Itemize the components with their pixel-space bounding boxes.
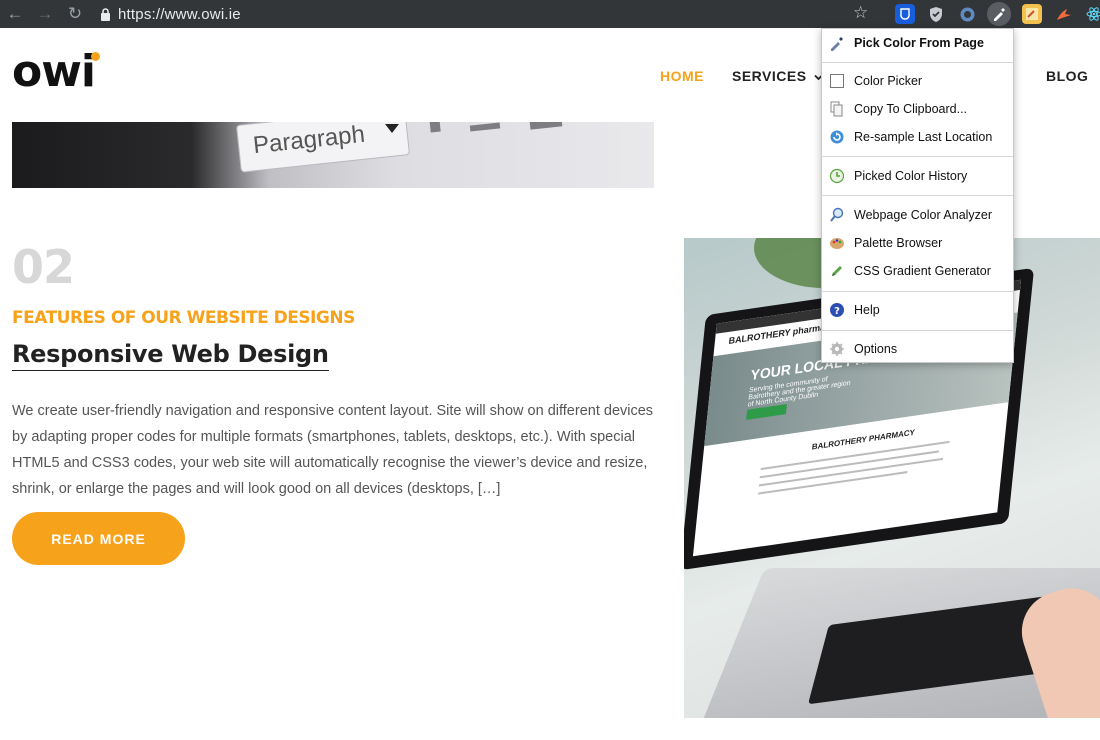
menu-item-label: Webpage Color Analyzer — [854, 208, 993, 222]
reload-button[interactable]: ↻ — [60, 0, 90, 28]
nav-blog[interactable]: BLOG — [1046, 68, 1088, 84]
forward-button[interactable]: → — [30, 0, 60, 28]
section-title[interactable]: Responsive Web Design — [12, 340, 329, 371]
checkbox-icon — [829, 73, 845, 89]
forward-arrow-icon: → — [36, 4, 54, 23]
menu-item-resample[interactable]: Re-sample Last Location — [822, 123, 1013, 151]
menu-item-label: Copy To Clipboard... — [854, 102, 968, 116]
toolbar-glyph — [429, 122, 441, 133]
menu-item-color-analyzer[interactable]: Webpage Color Analyzer — [822, 201, 1013, 229]
gear-icon — [829, 341, 845, 357]
toolbar-glyph — [469, 122, 501, 132]
color-picker-extension-menu: Pick Color From Page Color Picker Copy T… — [821, 28, 1014, 363]
lock-icon[interactable] — [98, 6, 112, 22]
menu-item-label: Picked Color History — [854, 169, 968, 183]
menu-item-gradient-generator[interactable]: CSS Gradient Generator — [822, 257, 1013, 285]
editor-screenshot-image: Paragraph — [12, 122, 654, 188]
nav-services-label: SERVICES — [732, 68, 807, 84]
nav-services[interactable]: SERVICES — [732, 68, 823, 84]
pen-icon — [829, 263, 845, 279]
section-kicker: FEATURES OF OUR WEBSITE DESIGNS — [12, 308, 355, 328]
back-arrow-icon: ← — [6, 4, 24, 23]
menu-item-label: Options — [854, 342, 898, 356]
shield-icon[interactable] — [926, 4, 946, 24]
read-more-button[interactable]: READ MORE — [12, 512, 185, 565]
url-scheme: https:// — [118, 5, 165, 23]
help-icon: ? — [829, 302, 845, 318]
back-button[interactable]: ← — [0, 0, 30, 28]
menu-item-label: Color Picker — [854, 74, 923, 88]
menu-separator — [822, 291, 1013, 292]
menu-item-options[interactable]: Options — [822, 335, 1013, 363]
section-body: We create user-friendly navigation and r… — [12, 403, 654, 497]
logo-accent-dot — [91, 52, 100, 61]
menu-item-label: Palette Browser — [854, 236, 943, 250]
menu-item-label: CSS Gradient Generator — [854, 264, 991, 278]
site-logo[interactable]: owi — [12, 46, 96, 97]
refresh-icon — [829, 129, 845, 145]
menu-item-copy-clipboard[interactable]: Copy To Clipboard... — [822, 95, 1013, 123]
paragraph-dropdown-image: Paragraph — [235, 122, 411, 173]
menu-separator — [822, 195, 1013, 196]
palette-icon — [829, 235, 845, 251]
history-icon — [829, 168, 845, 184]
reload-icon: ↻ — [67, 4, 83, 23]
browser-toolbar: ← → ↻ https://www.owi.ie ☆ — [0, 0, 1100, 28]
triangle-down-icon — [385, 124, 399, 133]
menu-item-help[interactable]: ? Help — [822, 296, 1013, 324]
menu-separator — [822, 156, 1013, 157]
address-bar[interactable]: https://www.owi.ie — [118, 6, 241, 23]
menu-item-label: Help — [854, 303, 880, 317]
menu-separator — [822, 62, 1013, 63]
menu-item-history[interactable]: Picked Color History — [822, 162, 1013, 190]
menu-item-label: Pick Color From Page — [854, 36, 984, 50]
circle-icon[interactable] — [957, 4, 977, 24]
notes-icon[interactable] — [1022, 4, 1042, 24]
bird-icon[interactable] — [1054, 4, 1074, 24]
menu-item-color-picker[interactable]: Color Picker — [822, 67, 1013, 95]
eyedropper-icon[interactable] — [987, 2, 1011, 26]
menu-item-pick-color[interactable]: Pick Color From Page — [822, 29, 1013, 57]
url-host: www.owi.ie — [164, 5, 241, 23]
toolbar-glyph — [529, 122, 563, 130]
nav-home[interactable]: HOME — [660, 68, 704, 84]
section-number: 02 — [12, 240, 75, 294]
menu-item-label: Re-sample Last Location — [854, 130, 993, 144]
react-icon[interactable] — [1084, 4, 1100, 24]
paragraph-label: Paragraph — [251, 122, 367, 160]
magnifier-icon — [829, 207, 845, 223]
menu-item-palette-browser[interactable]: Palette Browser — [822, 229, 1013, 257]
clipboard-icon — [829, 101, 845, 117]
eyedropper-icon — [829, 35, 845, 51]
svg-text:?: ? — [834, 306, 840, 317]
menu-separator — [822, 330, 1013, 331]
bookmark-star-icon[interactable]: ☆ — [853, 3, 868, 23]
bitwarden-icon[interactable] — [895, 4, 915, 24]
